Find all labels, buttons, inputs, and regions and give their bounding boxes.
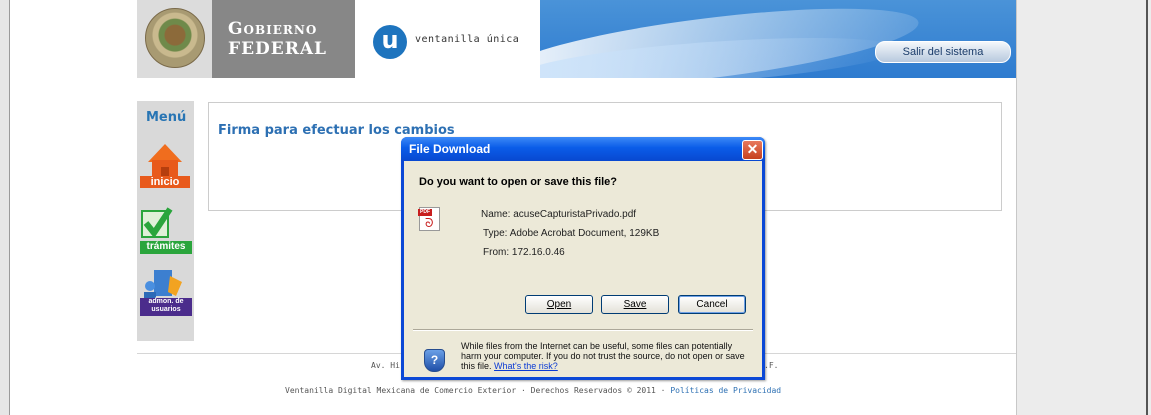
dialog-body: Do you want to open or save this file? P… — [404, 161, 762, 377]
file-name-label: Name: — [481, 209, 511, 220]
footer-address-right: .F. — [764, 361, 779, 370]
header-gobierno-panel: Gobierno Federal — [212, 0, 355, 78]
file-from-value: 172.16.0.46 — [511, 247, 565, 258]
privacy-policy-link[interactable]: Políticas de Privacidad — [670, 386, 781, 395]
security-warning: While files from the Internet can be use… — [461, 341, 751, 371]
browser-frame-left — [0, 0, 10, 415]
file-download-dialog: File Download ✕ Do you want to open or s… — [401, 137, 765, 380]
dialog-titlebar[interactable]: File Download ✕ — [401, 137, 765, 161]
gobierno-line2: Federal — [228, 39, 327, 59]
cancel-button[interactable]: Cancel — [678, 295, 746, 314]
footer-copyright-text: Ventanilla Digital Mexicana de Comercio … — [285, 386, 666, 395]
menu-item-admon-usuarios[interactable]: admon. de usuarios — [140, 268, 192, 316]
file-type-value: Adobe Acrobat Document, 129KB — [509, 228, 660, 239]
open-button-label: Open — [546, 299, 572, 310]
save-button[interactable]: Save — [601, 295, 669, 314]
file-type-label: Type: — [483, 228, 508, 239]
save-button-label: Save — [623, 299, 647, 310]
file-name-value: acuseCapturistaPrivado.pdf — [513, 209, 637, 220]
dialog-close-button[interactable]: ✕ — [742, 140, 763, 160]
coat-of-arms-icon — [145, 8, 205, 68]
whats-the-risk-link[interactable]: What's the risk? — [494, 361, 558, 371]
security-shield-icon: ? — [424, 349, 445, 372]
browser-frame-right — [1016, 0, 1151, 415]
footer-copyright: Ventanilla Digital Mexicana de Comercio … — [285, 386, 781, 395]
menu-item-inicio-label: inicio — [150, 176, 180, 188]
dialog-separator — [413, 329, 753, 331]
header-vu-panel: u ventanilla única — [355, 0, 540, 78]
content-title: Firma para efectuar los cambios — [218, 123, 455, 138]
footer-address-left: Av. Hi — [371, 361, 400, 370]
header-banner: Salir del sistema — [540, 0, 1016, 78]
menu-item-tramites[interactable]: trámites — [140, 205, 192, 254]
menu-item-inicio[interactable]: inicio — [140, 140, 192, 188]
gobierno-line1: Gobierno — [228, 19, 318, 39]
header-seal-panel — [137, 0, 212, 78]
menu-title: Menú — [146, 110, 187, 125]
pdf-file-icon: PDF ᘐ — [418, 207, 440, 231]
open-button[interactable]: Open — [525, 295, 593, 314]
file-type-row: Type: Adobe Acrobat Document, 129KB — [483, 228, 659, 239]
checkmark-icon — [140, 205, 192, 254]
home-icon — [140, 140, 190, 188]
dialog-title: File Download — [409, 142, 491, 156]
dialog-question: Do you want to open or save this file? — [419, 176, 618, 188]
logout-button[interactable]: Salir del sistema — [875, 41, 1011, 63]
browser-frame-edge — [1146, 0, 1148, 415]
menu-item-tramites-label: trámites — [146, 241, 186, 252]
menu-item-admon-label: admon. de usuarios — [148, 298, 184, 313]
gobierno-federal-logo: Gobierno Federal — [228, 19, 327, 59]
ventanilla-logo-icon: u — [373, 25, 407, 59]
cancel-button-label: Cancel — [696, 299, 728, 310]
pdf-tag: PDF — [418, 209, 432, 216]
file-from-label: From: — [483, 247, 510, 258]
file-from-row: From: 172.16.0.46 — [483, 247, 565, 258]
acrobat-swirl-icon: ᘐ — [425, 216, 434, 230]
file-name-row: Name: acuseCapturistaPrivado.pdf — [481, 209, 636, 220]
ventanilla-logo-text: ventanilla única — [415, 34, 520, 45]
